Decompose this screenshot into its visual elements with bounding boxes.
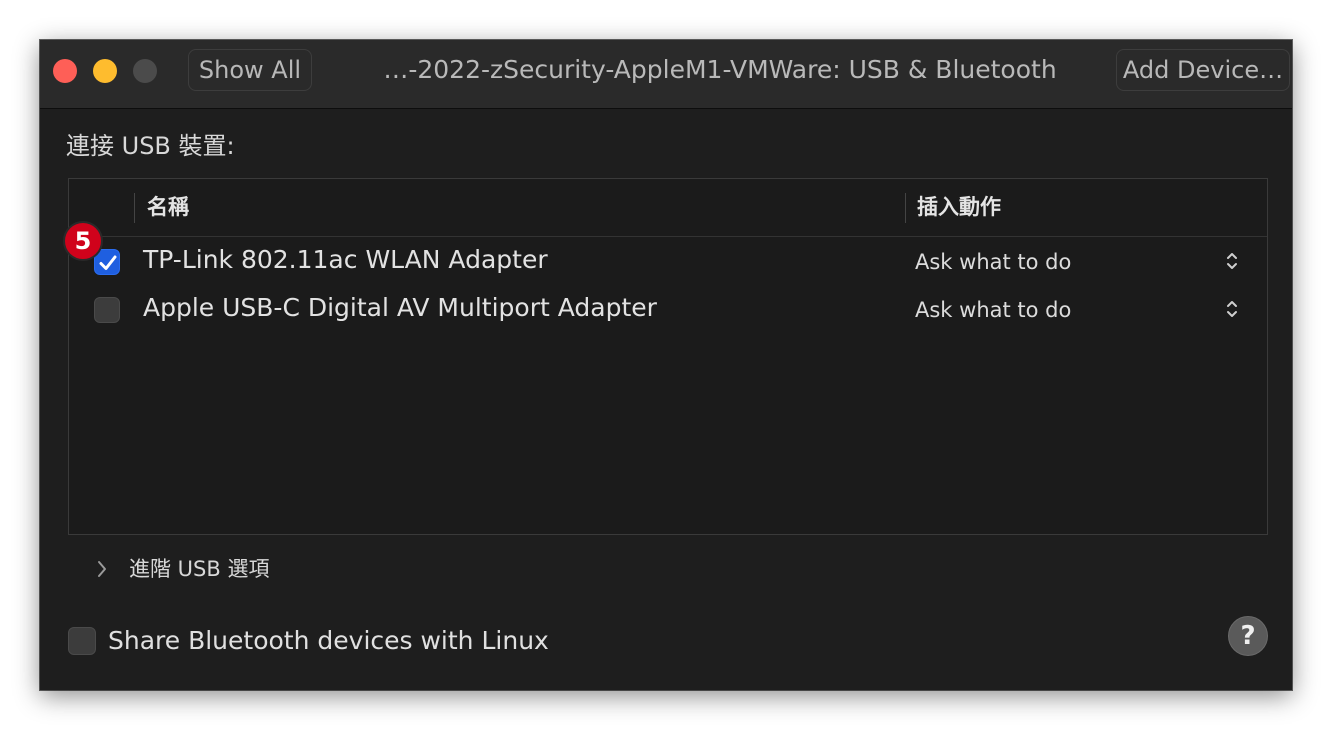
share-bluetooth-label[interactable]: Share Bluetooth devices with Linux [108,624,549,658]
column-separator [905,193,906,223]
zoom-window-button [133,59,157,83]
up-down-chevron-icon[interactable] [1225,297,1239,321]
device-action-select[interactable]: Ask what to do [915,295,1071,325]
device-action-select[interactable]: Ask what to do [915,247,1071,277]
show-all-button[interactable]: Show All [188,49,312,91]
up-down-chevron-icon[interactable] [1225,249,1239,273]
device-name: Apple USB-C Digital AV Multiport Adapter [143,293,657,322]
close-window-button[interactable] [53,59,77,83]
column-header-action[interactable]: 插入動作 [917,191,1001,223]
step-number-badge: 5 [63,221,103,261]
table-header: 名稱 插入動作 [69,179,1267,237]
add-device-button[interactable]: Add Device… [1116,49,1290,91]
title-bar: Show All …-2022-zSecurity-AppleM1-VMWare… [40,40,1292,109]
question-mark-icon: ? [1240,621,1256,651]
chevron-right-icon[interactable] [96,559,108,579]
column-separator [134,193,135,223]
share-bluetooth-checkbox[interactable] [68,627,96,655]
checkmark-icon [99,255,117,270]
column-header-name[interactable]: 名稱 [147,191,189,223]
usb-section-label: 連接 USB 裝置: [66,132,235,160]
device-checkbox-apple-usb-c[interactable] [94,297,120,323]
advanced-usb-options-label[interactable]: 進階 USB 選項 [129,552,269,586]
minimize-window-button[interactable] [93,59,117,83]
table-row[interactable]: Apple USB-C Digital AV Multiport Adapter… [69,285,1267,333]
advanced-usb-options-disclosure[interactable]: 進階 USB 選項 [96,552,396,586]
device-name: TP-Link 802.11ac WLAN Adapter [143,245,548,274]
share-bluetooth-option[interactable]: Share Bluetooth devices with Linux [68,624,668,658]
window-title: …-2022-zSecurity-AppleM1-VMWare: USB & B… [383,55,1057,84]
usb-bluetooth-settings-window: Show All …-2022-zSecurity-AppleM1-VMWare… [40,40,1292,690]
table-row[interactable]: TP-Link 802.11ac WLAN Adapter Ask what t… [69,237,1267,285]
usb-device-table: 名稱 插入動作 TP-Link 802.11ac WLAN Adapter As… [68,178,1268,535]
help-button[interactable]: ? [1228,616,1268,656]
